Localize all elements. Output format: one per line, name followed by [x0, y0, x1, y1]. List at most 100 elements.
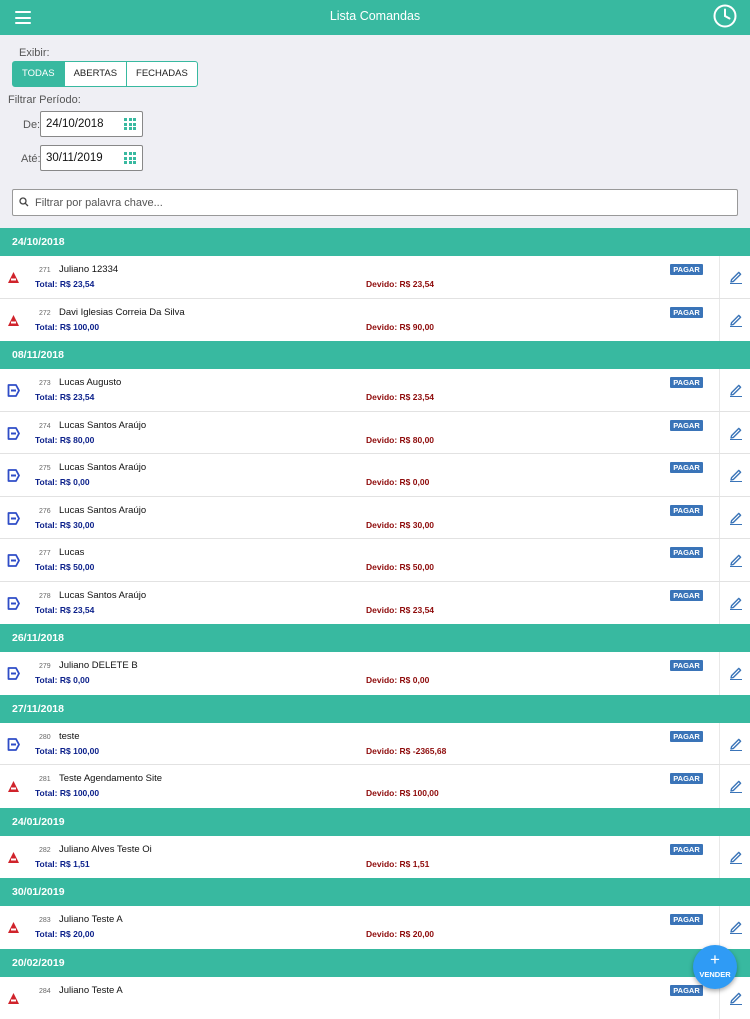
order-row[interactable]: 279 Juliano DELETE B Total: R$ 0,00 Devi… — [0, 652, 750, 695]
customer-name: Davi Iglesias Correia Da Silva — [59, 307, 185, 318]
pay-button[interactable]: PAGAR — [670, 547, 703, 558]
order-due: Devido: R$ 0,00 — [366, 675, 429, 685]
date-header: 20/02/2019 — [0, 949, 750, 977]
edit-pencil-icon[interactable] — [728, 919, 744, 935]
period-label: Filtrar Período: — [8, 94, 81, 106]
pay-button[interactable]: PAGAR — [670, 660, 703, 671]
order-due: Devido: R$ 23,54 — [366, 392, 434, 402]
pay-button[interactable]: PAGAR — [670, 985, 703, 996]
order-row[interactable]: 277 Lucas Total: R$ 50,00 Devido: R$ 50,… — [0, 539, 750, 582]
order-due: Devido: R$ -2365,68 — [366, 746, 446, 756]
order-total: Total: R$ 100,00 — [35, 746, 99, 756]
order-total: Total: R$ 23,54 — [35, 392, 94, 402]
orders-list: 24/10/2018 271 Juliano 12334 Total: R$ 2… — [0, 228, 750, 1019]
order-total: Total: R$ 100,00 — [35, 322, 99, 332]
order-row[interactable]: 280 teste Total: R$ 100,00 Devido: R$ -2… — [0, 723, 750, 766]
edit-pencil-icon[interactable] — [728, 312, 744, 328]
date-from-field[interactable]: 24/10/2018 — [40, 111, 143, 137]
order-number: 281 — [39, 776, 51, 783]
date-group: 26/11/2018 279 Juliano DELETE B Total: R… — [0, 624, 750, 695]
order-row[interactable]: 275 Lucas Santos Araújo Total: R$ 0,00 D… — [0, 454, 750, 497]
order-row[interactable]: 273 Lucas Augusto Total: R$ 23,54 Devido… — [0, 369, 750, 412]
search-box[interactable] — [12, 189, 738, 216]
calendar-icon[interactable] — [124, 118, 136, 130]
order-row[interactable]: 283 Juliano Teste A Total: R$ 20,00 Devi… — [0, 906, 750, 949]
customer-name: Juliano DELETE B — [59, 660, 138, 671]
date-header: 24/10/2018 — [0, 228, 750, 256]
pay-button[interactable]: PAGAR — [670, 773, 703, 784]
order-row[interactable]: 282 Juliano Alves Teste Oi Total: R$ 1,5… — [0, 836, 750, 879]
pay-button[interactable]: PAGAR — [670, 590, 703, 601]
edit-pencil-icon[interactable] — [728, 595, 744, 611]
search-input[interactable] — [33, 194, 727, 212]
edit-pencil-icon[interactable] — [728, 552, 744, 568]
edit-pencil-icon[interactable] — [728, 778, 744, 794]
edit-pencil-icon[interactable] — [728, 665, 744, 681]
pay-button[interactable]: PAGAR — [670, 505, 703, 516]
segment-abertas[interactable]: ABERTAS — [65, 61, 127, 87]
pay-button[interactable]: PAGAR — [670, 377, 703, 388]
open-order-icon — [7, 469, 20, 482]
pay-button[interactable]: PAGAR — [670, 731, 703, 742]
order-due: Devido: R$ 0,00 — [366, 477, 429, 487]
order-total: Total: R$ 0,00 — [35, 675, 90, 685]
date-group: 24/01/2019 282 Juliano Alves Teste Oi To… — [0, 808, 750, 879]
customer-name: teste — [59, 731, 80, 742]
closed-order-icon — [7, 992, 20, 1005]
closed-order-icon — [7, 780, 20, 793]
open-order-icon — [7, 738, 20, 751]
order-due: Devido: R$ 50,00 — [366, 562, 434, 572]
page-title: Lista Comandas — [0, 9, 750, 23]
customer-name: Juliano Alves Teste Oi — [59, 844, 152, 855]
sell-fab-button[interactable]: + VENDER — [693, 945, 737, 989]
order-row[interactable]: 276 Lucas Santos Araújo Total: R$ 30,00 … — [0, 497, 750, 540]
order-row[interactable]: 284 Juliano Teste A PAGAR — [0, 977, 750, 1019]
pay-button[interactable]: PAGAR — [670, 307, 703, 318]
date-header: 24/01/2019 — [0, 808, 750, 836]
order-row[interactable]: 274 Lucas Santos Araújo Total: R$ 80,00 … — [0, 412, 750, 455]
date-group: 24/10/2018 271 Juliano 12334 Total: R$ 2… — [0, 228, 750, 341]
order-row[interactable]: 281 Teste Agendamento Site Total: R$ 100… — [0, 765, 750, 808]
clock-icon[interactable] — [712, 3, 738, 29]
search-icon — [19, 197, 29, 207]
date-to-value: 30/11/2019 — [46, 152, 103, 164]
order-due: Devido: R$ 90,00 — [366, 322, 434, 332]
edit-pencil-icon[interactable] — [728, 382, 744, 398]
show-label: Exibir: — [19, 47, 50, 59]
edit-pencil-icon[interactable] — [728, 269, 744, 285]
edit-pencil-icon[interactable] — [728, 467, 744, 483]
order-number: 272 — [39, 310, 51, 317]
segment-fechadas[interactable]: FECHADAS — [127, 61, 198, 87]
edit-pencil-icon[interactable] — [728, 990, 744, 1006]
segment-todas[interactable]: TODAS — [12, 61, 65, 87]
date-header: 08/11/2018 — [0, 341, 750, 369]
edit-pencil-icon[interactable] — [728, 425, 744, 441]
pay-button[interactable]: PAGAR — [670, 914, 703, 925]
order-due: Devido: R$ 100,00 — [366, 788, 439, 798]
order-number: 278 — [39, 593, 51, 600]
pay-button[interactable]: PAGAR — [670, 264, 703, 275]
date-header: 26/11/2018 — [0, 624, 750, 652]
order-number: 279 — [39, 663, 51, 670]
closed-order-icon — [7, 314, 20, 327]
pay-button[interactable]: PAGAR — [670, 420, 703, 431]
filters-panel: Exibir: TODAS ABERTAS FECHADAS Filtrar P… — [0, 35, 750, 228]
date-to-field[interactable]: 30/11/2019 — [40, 145, 143, 171]
date-group: 20/02/2019 284 Juliano Teste A PAGAR — [0, 949, 750, 1019]
order-total: Total: R$ 100,00 — [35, 788, 99, 798]
edit-pencil-icon[interactable] — [728, 510, 744, 526]
pay-button[interactable]: PAGAR — [670, 462, 703, 473]
pay-button[interactable]: PAGAR — [670, 844, 703, 855]
order-row[interactable]: 271 Juliano 12334 Total: R$ 23,54 Devido… — [0, 256, 750, 299]
date-group: 08/11/2018 273 Lucas Augusto Total: R$ 2… — [0, 341, 750, 624]
order-total: Total: R$ 80,00 — [35, 435, 94, 445]
order-due: Devido: R$ 23,54 — [366, 279, 434, 289]
open-order-icon — [7, 597, 20, 610]
order-row[interactable]: 278 Lucas Santos Araújo Total: R$ 23,54 … — [0, 582, 750, 625]
order-row[interactable]: 272 Davi Iglesias Correia Da Silva Total… — [0, 299, 750, 342]
edit-pencil-icon[interactable] — [728, 849, 744, 865]
calendar-icon[interactable] — [124, 152, 136, 164]
closed-order-icon — [7, 851, 20, 864]
edit-pencil-icon[interactable] — [728, 736, 744, 752]
customer-name: Lucas Santos Araújo — [59, 505, 146, 516]
